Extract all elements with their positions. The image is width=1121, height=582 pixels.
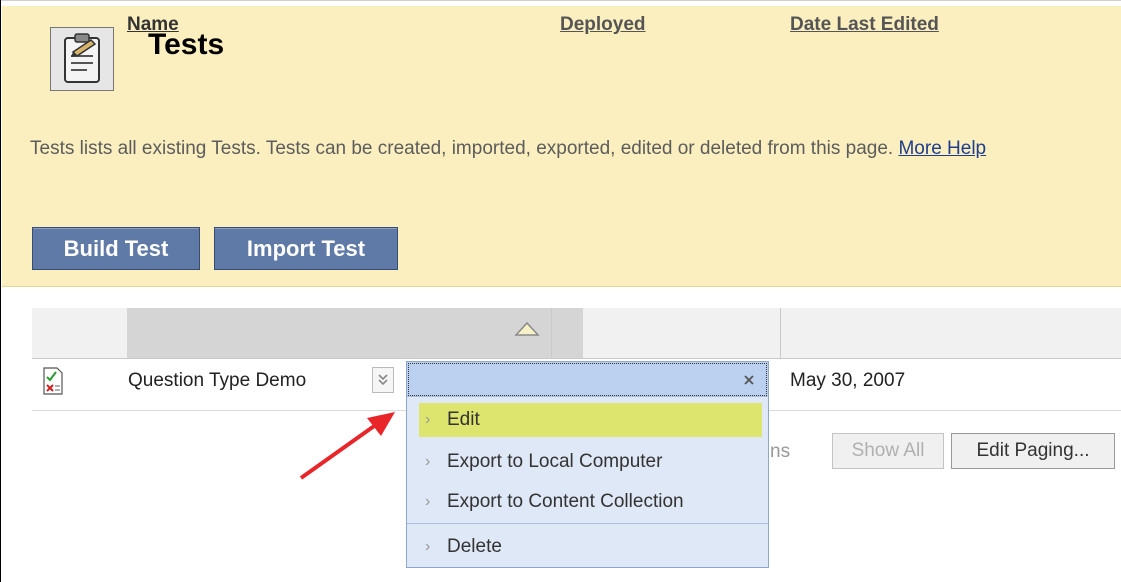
build-test-button[interactable]: Build Test (32, 227, 200, 270)
menu-item-label: Delete (447, 536, 502, 557)
sort-ascending-icon[interactable] (514, 321, 540, 342)
column-header-name[interactable]: Name (127, 14, 179, 36)
top-border (0, 0, 1121, 1)
table-header (32, 308, 1121, 359)
menu-item-label: Export to Content Collection (447, 491, 684, 512)
context-menu-titlebar (407, 362, 768, 397)
menu-item-edit[interactable]: › Edit (419, 403, 762, 437)
annotation-arrow-icon (295, 408, 405, 493)
show-all-button[interactable]: Show All (832, 433, 944, 469)
double-chevron-down-icon (378, 374, 388, 386)
close-icon[interactable] (742, 373, 756, 387)
column-header-deployed[interactable]: Deployed (560, 14, 646, 36)
paging-label: ns (770, 441, 791, 462)
menu-item-delete[interactable]: › Delete (419, 530, 762, 564)
menu-item-export-local[interactable]: › Export to Local Computer (419, 445, 762, 479)
column-divider (780, 308, 781, 358)
chevron-right-icon: › (425, 453, 431, 470)
column-header-date-last-edited[interactable]: Date Last Edited (790, 14, 939, 36)
menu-divider (407, 523, 768, 524)
context-menu: › Edit › Export to Local Computer › Expo… (406, 361, 769, 568)
chevron-right-icon: › (425, 411, 431, 428)
description-text: Tests lists all existing Tests. Tests ca… (30, 138, 894, 159)
column-divider (551, 308, 552, 358)
test-clipboard-icon (50, 27, 114, 91)
menu-item-label: Edit (447, 409, 480, 430)
more-help-link[interactable]: More Help (898, 138, 986, 159)
test-name[interactable]: Question Type Demo (128, 370, 306, 392)
import-test-button[interactable]: Import Test (214, 227, 398, 270)
page-description: Tests lists all existing Tests. Tests ca… (30, 133, 1105, 165)
menu-item-label: Export to Local Computer (447, 451, 663, 472)
date-last-edited: May 30, 2007 (790, 370, 906, 391)
edit-paging-button[interactable]: Edit Paging... (951, 433, 1115, 469)
options-menu-button[interactable] (372, 367, 394, 393)
left-border (0, 0, 1, 582)
chevron-right-icon: › (425, 493, 431, 510)
test-document-icon (42, 366, 64, 401)
menu-item-export-collection[interactable]: › Export to Content Collection (419, 485, 762, 519)
chevron-right-icon: › (425, 538, 431, 555)
